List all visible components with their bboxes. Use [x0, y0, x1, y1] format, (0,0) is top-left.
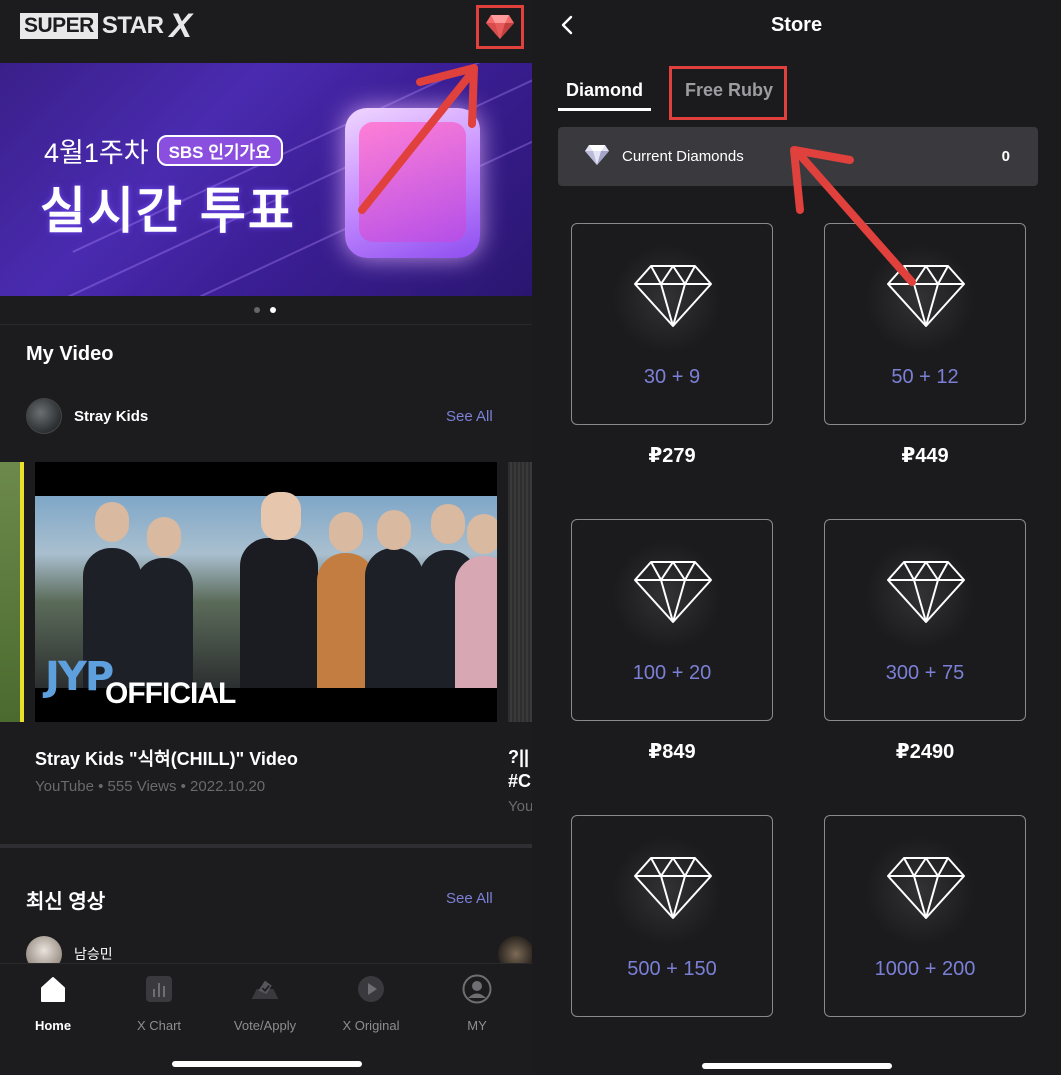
tab-home-label: Home — [34, 1018, 72, 1033]
tab-x-chart-label: X Chart — [136, 1018, 182, 1033]
artist-name: Stray Kids — [74, 407, 149, 425]
superstar-x-logo: SUPER STAR X — [20, 7, 193, 45]
tab-my[interactable]: MY — [424, 974, 530, 1033]
latest-videos-title: 최신 영상 — [26, 891, 106, 913]
package-card[interactable]: 500 + 150 — [571, 815, 773, 1017]
ruby-gem-icon — [486, 15, 514, 39]
active-tab-indicator — [558, 108, 651, 111]
artist-row[interactable]: Stray Kids — [26, 398, 148, 434]
banner-week: 4월1주차 — [44, 138, 149, 168]
package-card[interactable]: 50 + 12 — [824, 223, 1026, 425]
tab-home[interactable]: Home — [0, 974, 106, 1033]
video-title[interactable]: Stray Kids "식혀(CHILL)" Video — [35, 745, 298, 771]
package-amount: 50 + 12 — [891, 366, 959, 388]
banner-pagination — [254, 307, 276, 313]
banner-show-logo — [345, 108, 480, 258]
tab-x-original-label: X Original — [342, 1018, 400, 1033]
diamond-icon — [887, 265, 965, 327]
home-indicator — [702, 1063, 892, 1069]
avatar — [26, 398, 62, 434]
package-card[interactable]: 300 + 75 — [824, 519, 1026, 721]
section-divider — [0, 844, 532, 848]
package-card[interactable]: 30 + 9 — [571, 223, 773, 425]
banner-subtitle: 4월1주차 SBS 인기가요 — [44, 131, 283, 170]
annotation-highlight-box — [669, 66, 787, 120]
store-screen: Store Diamond Free Ruby Current Diamonds… — [532, 0, 1061, 1075]
next-video-title[interactable]: ?|| #C — [508, 745, 532, 793]
diamond-icon — [585, 145, 609, 165]
video-thumbnail-next[interactable] — [508, 462, 532, 722]
package-amount: 500 + 150 — [627, 958, 717, 980]
bottom-tab-bar: Home X Chart Vote/Apply X Original MY — [0, 963, 532, 1075]
home-icon — [38, 974, 68, 1004]
package-card[interactable]: 100 + 20 — [571, 519, 773, 721]
package-card[interactable]: 1000 + 200 — [824, 815, 1026, 1017]
package-price: ₽2490 — [895, 741, 955, 763]
diamond-icon — [634, 857, 712, 919]
package-price: ₽279 — [648, 445, 696, 467]
vote-icon — [250, 974, 280, 1004]
logo-x: X — [169, 7, 193, 45]
tab-x-original[interactable]: X Original — [318, 974, 424, 1033]
next-video-meta: You — [508, 798, 532, 815]
person-name: 남승민 — [74, 946, 113, 962]
package-amount: 1000 + 200 — [874, 958, 976, 980]
tab-diamond[interactable]: Diamond — [566, 80, 643, 101]
tab-vote-apply-label: Vote/Apply — [233, 1018, 297, 1033]
banner-title: 실시간 투표 — [40, 183, 296, 239]
current-diamonds-value: 0 — [1001, 148, 1010, 165]
see-all-link[interactable]: See All — [446, 408, 493, 425]
logo-star: STAR — [101, 12, 164, 39]
diamond-icon — [887, 857, 965, 919]
home-screen: SUPER STAR X 4월1주차 SBS 인기가요 실시간 투표 My Vi… — [0, 0, 532, 1075]
video-thumbnail-prev[interactable] — [0, 462, 24, 722]
diamond-icon — [887, 561, 965, 623]
chart-icon — [144, 974, 174, 1004]
video-meta: YouTube • 555 Views • 2022.10.20 — [35, 778, 266, 795]
tab-vote-apply[interactable]: Vote/Apply — [212, 974, 318, 1033]
package-amount: 100 + 20 — [632, 662, 712, 684]
diamond-icon — [634, 265, 712, 327]
diamond-store-button[interactable] — [476, 5, 524, 49]
diamond-icon — [634, 561, 712, 623]
profile-icon — [462, 974, 492, 1004]
current-diamonds-bar: Current Diamonds 0 — [558, 127, 1038, 186]
tab-my-label: MY — [467, 1018, 487, 1033]
package-amount: 30 + 9 — [643, 366, 701, 388]
page-title: Store — [770, 14, 823, 36]
my-video-title: My Video — [26, 343, 114, 365]
latest-see-all-link[interactable]: See All — [446, 890, 493, 907]
package-price: ₽449 — [901, 445, 949, 467]
next-video-title-line2: #C — [508, 771, 532, 791]
next-video-title-line1: ?|| — [508, 747, 530, 767]
package-price: ₽849 — [648, 741, 696, 763]
thumbnail-brand: JYP — [45, 654, 114, 700]
play-icon — [356, 974, 386, 1004]
tab-x-chart[interactable]: X Chart — [106, 974, 212, 1033]
video-thumbnail[interactable]: JYP OFFICIAL — [35, 462, 497, 722]
banner-show-pill: SBS 인기가요 — [156, 135, 283, 166]
current-diamonds-label: Current Diamonds — [622, 148, 744, 165]
home-indicator — [172, 1061, 362, 1067]
divider — [0, 324, 532, 325]
logo-super: SUPER — [20, 13, 98, 39]
promo-banner[interactable]: 4월1주차 SBS 인기가요 실시간 투표 — [0, 63, 532, 296]
package-amount: 300 + 75 — [885, 662, 965, 684]
thumbnail-caption: OFFICIAL — [105, 677, 236, 710]
